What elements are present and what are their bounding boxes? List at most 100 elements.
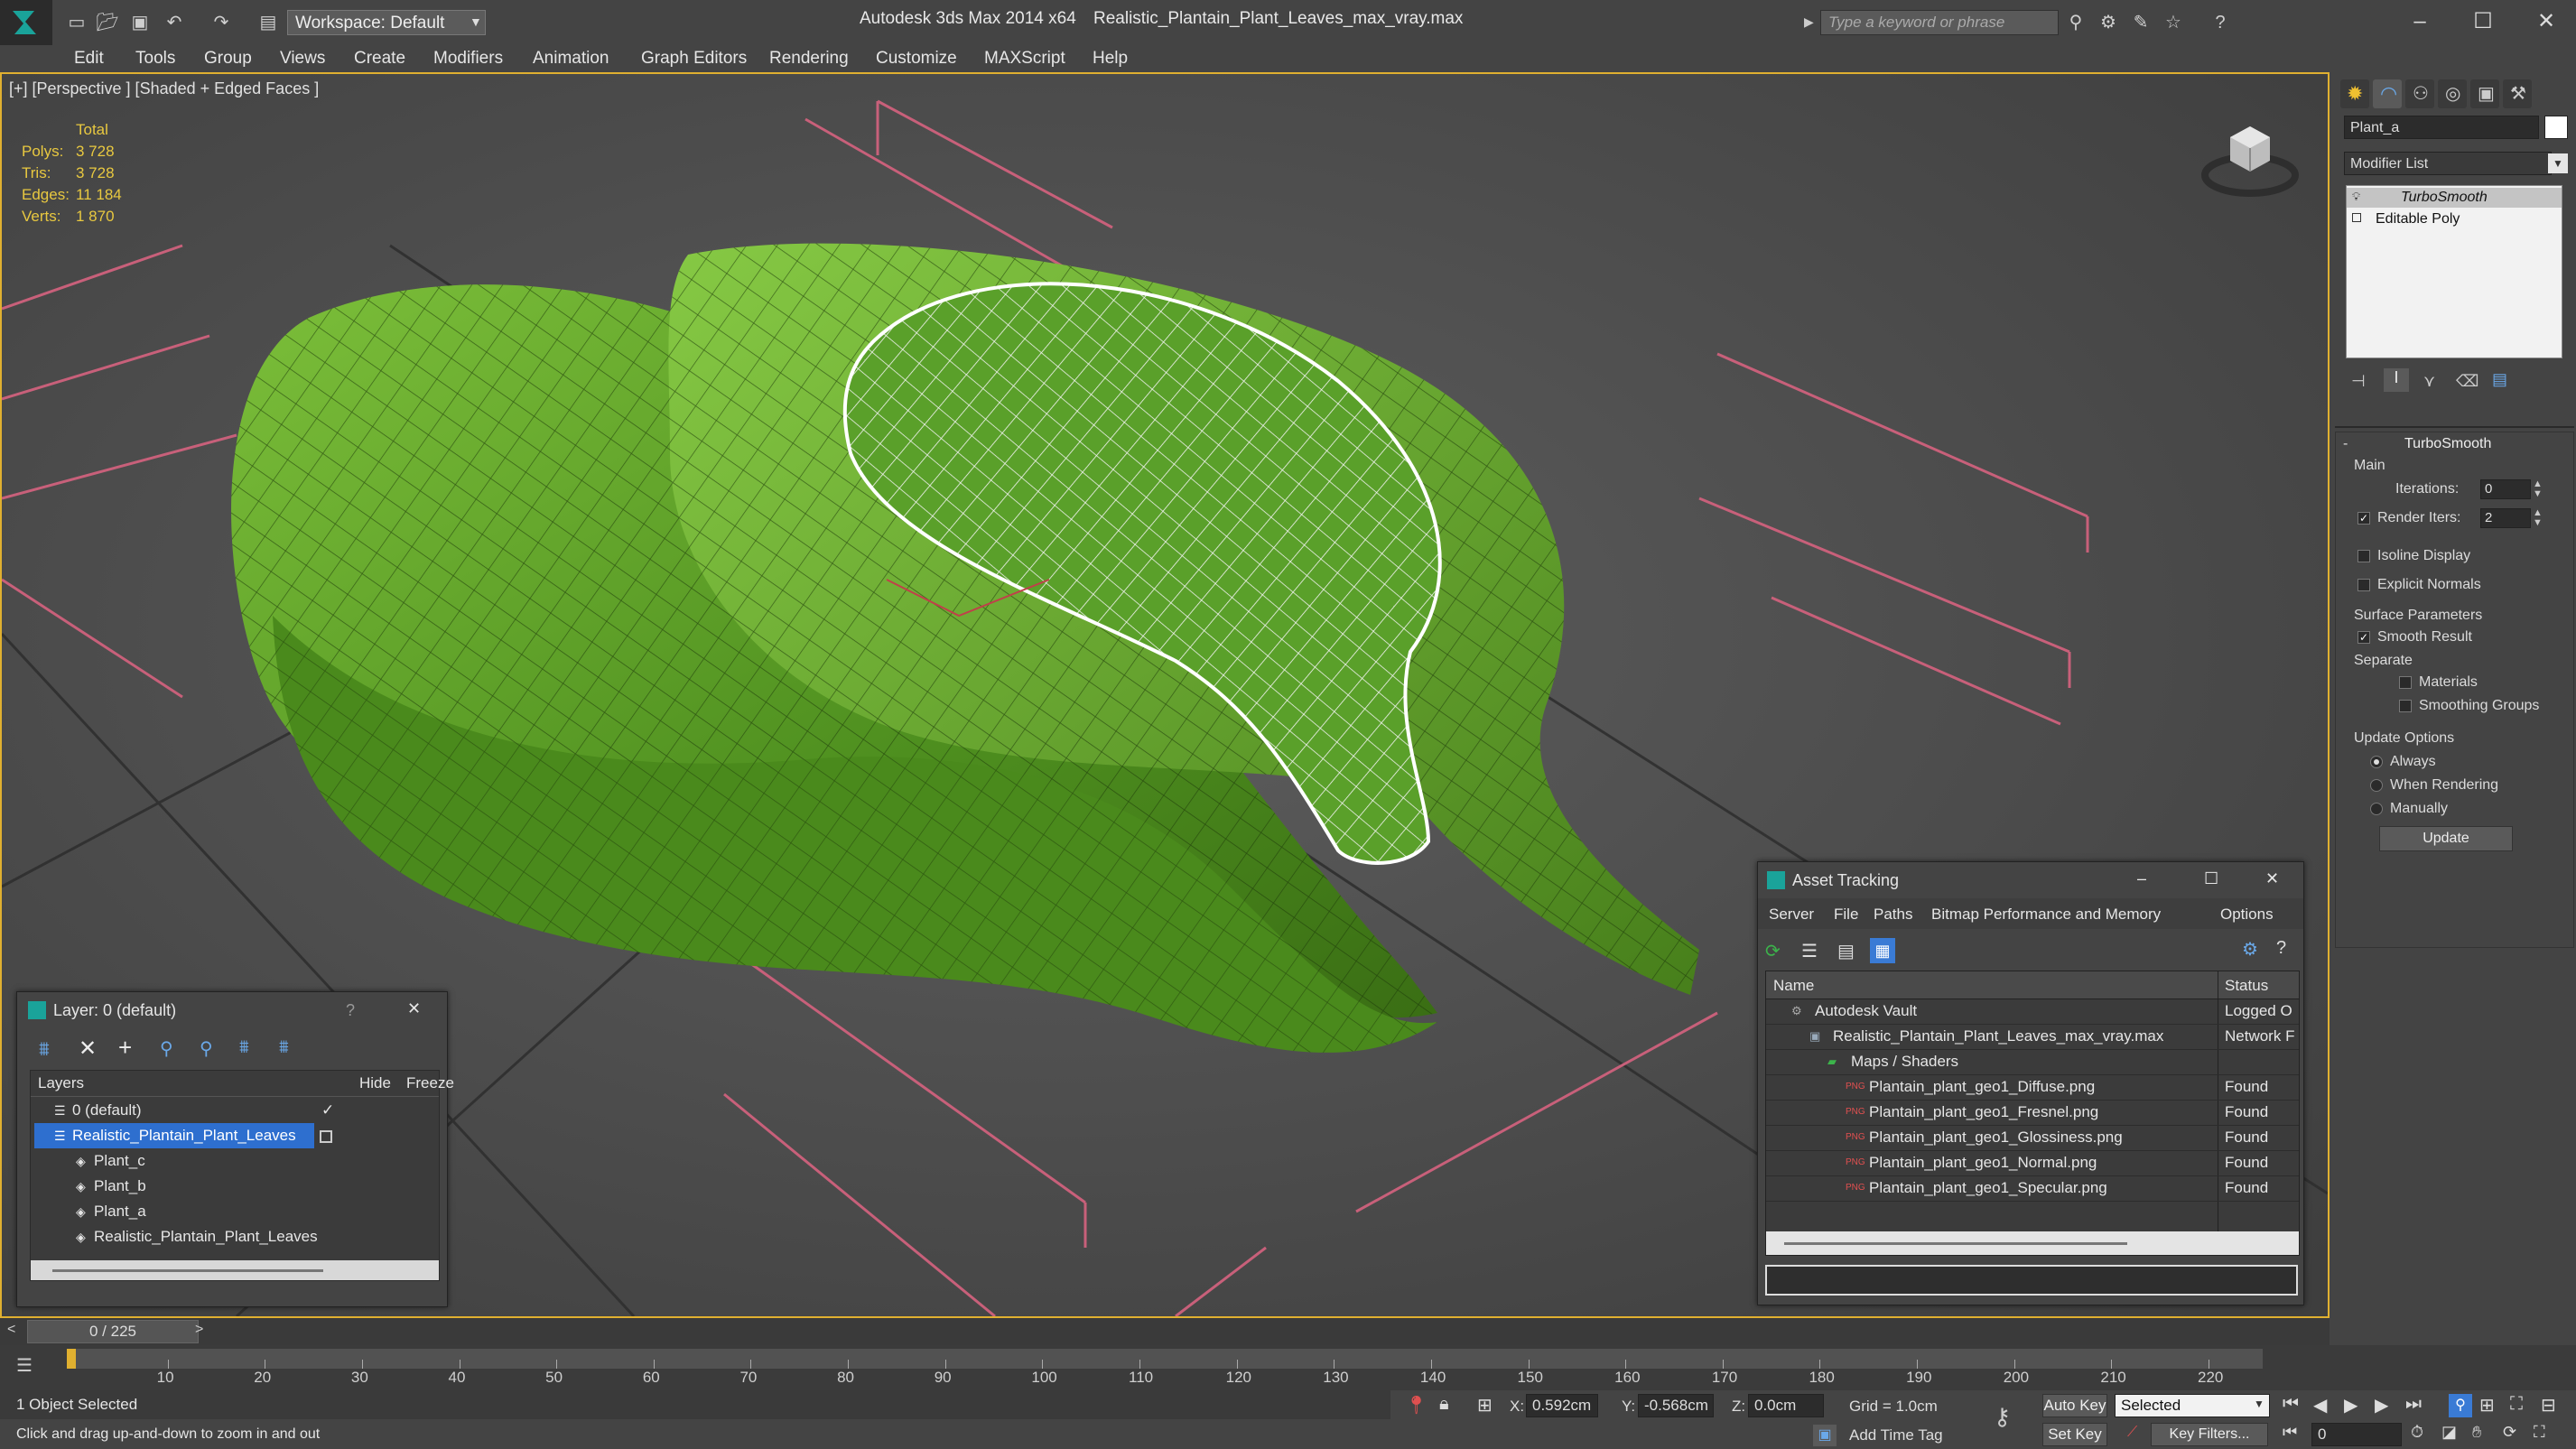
next-frame-icon[interactable]: > — [195, 1322, 203, 1338]
hierarchy-tab-icon[interactable]: ⚇ — [2405, 79, 2434, 108]
prev-frame-icon[interactable]: < — [7, 1322, 15, 1338]
maximize-viewport-icon[interactable]: ⛶ — [2534, 1423, 2545, 1442]
zoom-extents-all-icon[interactable]: ⊟ — [2541, 1394, 2556, 1416]
object-name-field[interactable]: Plant_a — [2344, 116, 2539, 139]
menu-maxscript[interactable]: MAXScript — [984, 49, 1065, 69]
refresh-icon[interactable]: ⟳ — [1765, 940, 1781, 962]
layer-row[interactable]: ◈ Plant_b — [31, 1174, 439, 1199]
menu-rendering[interactable]: Rendering — [769, 49, 849, 69]
x-coordinate-field[interactable]: 0.592cm — [1526, 1394, 1598, 1417]
key-icon[interactable]: ⚷ — [1994, 1403, 2011, 1431]
asset-row[interactable]: PNG Plantain_plant_geo1_Diffuse.png Found — [1766, 1074, 2299, 1101]
iterations-spinner[interactable]: 0 — [2480, 479, 2531, 499]
menu-edit[interactable]: Edit — [74, 49, 104, 69]
viewport-label[interactable]: [+] [Perspective ] [Shaded + Edged Faces… — [9, 79, 319, 98]
undo-icon[interactable]: ↶ — [163, 11, 186, 34]
update-button[interactable]: Update — [2379, 826, 2513, 851]
layer-row[interactable]: ◈ Realistic_Plantain_Plant_Leaves — [31, 1224, 439, 1249]
layer-row[interactable]: ◈ Plant_a — [31, 1199, 439, 1224]
y-coordinate-field[interactable]: -0.568cm — [1638, 1394, 1714, 1417]
time-tag-icon[interactable]: ▣ — [1813, 1425, 1837, 1446]
display-tab-icon[interactable]: ▣ — [2470, 79, 2499, 108]
close-icon[interactable]: ✕ — [2265, 869, 2279, 888]
modifier-list-dropdown[interactable]: Modifier List — [2344, 152, 2552, 175]
menu-modifiers[interactable]: Modifiers — [433, 49, 503, 69]
next-key-icon[interactable]: ▶︎ — [2375, 1394, 2388, 1416]
subscription-icon[interactable]: ⚙ — [2097, 11, 2120, 34]
configure-sets-icon[interactable]: ▤ — [2492, 370, 2507, 389]
layer-row[interactable]: ◈ Plant_c — [31, 1148, 439, 1174]
make-unique-icon[interactable]: ⋎ — [2423, 372, 2435, 391]
key-mode-icon[interactable]: ⏮ — [2283, 1423, 2297, 1442]
select-in-layer-icon[interactable]: ⚲ — [160, 1037, 173, 1060]
modify-tab-icon[interactable]: ◠ — [2373, 79, 2402, 108]
maximize-icon[interactable]: ☐ — [2465, 5, 2501, 38]
stack-item-editable-poly[interactable]: Editable Poly — [2347, 209, 2562, 229]
favorites-star-icon[interactable]: ☆ — [2162, 11, 2185, 34]
app-logo-button[interactable] — [0, 0, 52, 45]
manually-radio[interactable] — [2370, 803, 2383, 815]
time-slider[interactable]: < 0 / 225 > — [0, 1318, 2330, 1345]
binoculars-icon[interactable]: ⚲ — [2064, 11, 2088, 34]
horizontal-scrollbar[interactable] — [31, 1260, 439, 1280]
asset-row[interactable]: ⚙ Autodesk Vault Logged O — [1766, 999, 2299, 1025]
time-slider-thumb[interactable]: 0 / 225 — [27, 1320, 199, 1343]
workspace-dropdown[interactable]: Workspace: Default — [287, 10, 486, 35]
spinner-arrows-icon[interactable]: ▲ ▼ — [2533, 508, 2543, 528]
current-layer-box[interactable] — [320, 1130, 332, 1143]
expand-box-icon[interactable] — [2352, 213, 2361, 222]
list-view-icon[interactable]: ☰ — [1801, 940, 1818, 962]
menu-animation[interactable]: Animation — [533, 49, 609, 69]
freeze-all-layers-icon[interactable]: ⩩ — [279, 1037, 289, 1058]
lock-icon[interactable]: 🔒︎ — [1439, 1394, 1449, 1415]
orbit-icon[interactable]: ⟳ — [2503, 1423, 2516, 1442]
zoom-icon[interactable]: ⚲ — [2449, 1394, 2472, 1417]
project-folder-icon[interactable]: ▤ — [256, 11, 280, 34]
smooth-result-checkbox[interactable]: ✓ — [2357, 631, 2370, 644]
close-icon[interactable]: ✕ — [2528, 5, 2564, 38]
col-status[interactable]: Status — [2225, 977, 2268, 995]
object-color-swatch[interactable] — [2544, 116, 2568, 139]
key-filters-button[interactable]: Key Filters... — [2151, 1423, 2268, 1446]
auto-key-button[interactable]: Auto Key — [2042, 1394, 2107, 1417]
path-field[interactable] — [1765, 1265, 2298, 1296]
horizontal-scrollbar[interactable] — [1766, 1231, 2299, 1255]
delete-layer-icon[interactable]: ✕ — [79, 1036, 97, 1062]
key-filter-icon[interactable]: ⟋ — [2127, 1425, 2137, 1441]
pin-stack-icon[interactable]: ⊣ — [2351, 372, 2366, 391]
close-icon[interactable]: ✕ — [407, 999, 421, 1018]
redo-icon[interactable]: ↷ — [209, 11, 233, 34]
always-radio[interactable] — [2370, 756, 2383, 768]
remove-modifier-icon[interactable]: ⌫ — [2456, 372, 2478, 391]
add-time-tag[interactable]: Add Time Tag — [1849, 1426, 1943, 1444]
menu-help[interactable]: Help — [1093, 49, 1128, 69]
menu-graph-editors[interactable]: Graph Editors — [641, 49, 747, 69]
col-layers[interactable]: Layers — [38, 1074, 84, 1092]
menu-customize[interactable]: Customize — [876, 49, 957, 69]
rollout-title[interactable]: TurboSmooth — [2404, 436, 2491, 452]
communication-icon[interactable]: ✎ — [2129, 11, 2153, 34]
asset-row[interactable]: ▰ Maps / Shaders — [1766, 1049, 2299, 1075]
play-icon[interactable]: ▶︎ — [2344, 1394, 2357, 1416]
vault-connect-icon[interactable]: ⚙ — [2242, 938, 2258, 961]
create-layer-icon[interactable]: ⩩ — [39, 1037, 50, 1061]
key-mode-dropdown[interactable]: Selected — [2115, 1394, 2270, 1417]
col-freeze[interactable]: Freeze — [406, 1074, 454, 1092]
go-to-end-icon[interactable]: ⏭ — [2405, 1394, 2422, 1415]
menu-tools[interactable]: Tools — [135, 49, 175, 69]
pan-icon[interactable]: ✋︎ — [2472, 1423, 2481, 1442]
menu-create[interactable]: Create — [354, 49, 405, 69]
menu-views[interactable]: Views — [280, 49, 325, 69]
help-icon[interactable]: ? — [2209, 11, 2232, 34]
table-view-icon[interactable]: ▦ — [1870, 938, 1895, 963]
prev-key-icon[interactable]: ◀︎ — [2313, 1394, 2327, 1416]
col-name[interactable]: Name — [1773, 977, 1814, 995]
minimize-icon[interactable]: – — [2402, 5, 2438, 38]
spinner-arrows-icon[interactable]: ▲ ▼ — [2533, 479, 2543, 499]
absolute-mode-icon[interactable]: ⊞ — [1477, 1394, 1493, 1416]
open-file-icon[interactable]: 📂︎ — [96, 11, 119, 34]
zoom-extents-icon[interactable]: ⛶ — [2510, 1394, 2523, 1415]
set-key-button[interactable]: Set Key — [2042, 1423, 2107, 1446]
menu-options[interactable]: Options — [2220, 906, 2274, 924]
add-to-layer-icon[interactable]: + — [118, 1034, 132, 1062]
